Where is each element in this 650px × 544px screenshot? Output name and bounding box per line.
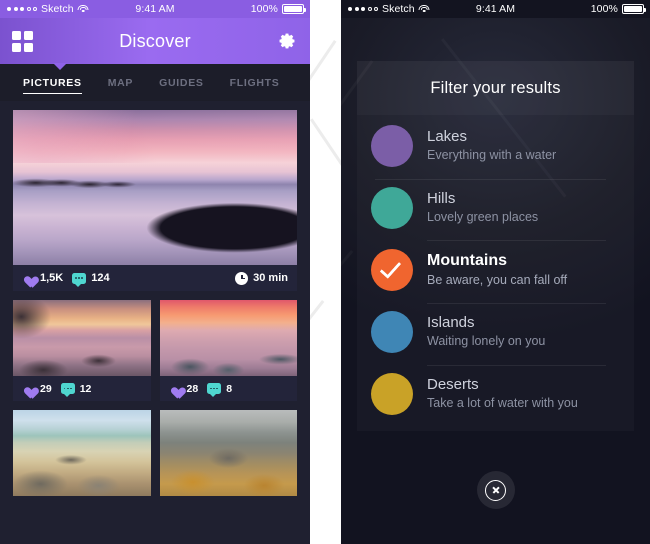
heart-icon	[22, 383, 35, 395]
filter-item-hills[interactable]: Hills Lovely green places	[357, 177, 634, 239]
tab-bar: PICTURES MAP GUIDES FLIGHTS	[0, 63, 310, 101]
tab-guides[interactable]: GUIDES	[146, 64, 216, 101]
color-swatch-mountains	[371, 249, 413, 291]
status-bar-right: Sketch 9:41 AM 100%	[341, 0, 650, 18]
clock-icon	[235, 271, 249, 285]
filter-item-text: Hills Lovely green places	[375, 179, 620, 237]
filter-item-text: Deserts Take a lot of water with you	[427, 365, 620, 423]
feed-row-mid: 29 12 28 8	[13, 300, 297, 401]
status-bar-right-group: 100%	[250, 3, 306, 15]
phone-filter-screen: Sketch 9:41 AM 100% Filter your results …	[341, 0, 650, 544]
filter-item-subtitle: Lovely green places	[427, 210, 539, 225]
color-swatch-hills	[371, 187, 413, 229]
status-bar-right-group: 100%	[590, 3, 646, 15]
battery-percent-label: 100%	[590, 3, 618, 15]
filter-item-deserts[interactable]: Deserts Take a lot of water with you	[357, 363, 634, 425]
filter-item-islands[interactable]: Islands Waiting lonely on you	[357, 301, 634, 363]
comment-count: 8	[226, 382, 233, 395]
comment-bubble-icon	[207, 383, 222, 397]
feed-row-bottom	[13, 410, 297, 496]
filter-item-title: Hills	[427, 190, 456, 208]
feed-card-mid-2[interactable]: 28 8	[159, 300, 297, 401]
comment-bubble-icon	[60, 383, 75, 397]
like-stat: 1,5K	[22, 272, 63, 284]
comment-bubble-icon	[72, 272, 87, 287]
filter-item-subtitle: Everything with a water	[427, 148, 557, 163]
app-header: Discover	[0, 18, 310, 64]
comment-stat: 8	[207, 382, 233, 397]
color-swatch-islands	[371, 311, 413, 353]
card-stats: 29 12	[13, 376, 151, 401]
filter-item-text: Lakes Everything with a water	[427, 117, 620, 175]
status-bar-left: Sketch 9:41 AM 100%	[0, 0, 310, 18]
close-button[interactable]	[476, 471, 515, 509]
check-icon	[379, 256, 402, 279]
card-stats: 28 8	[159, 376, 297, 401]
picture-feed: 1,5K 124 30 min 29 12 28 8	[0, 101, 310, 544]
photo-golden-rocky-shore	[159, 410, 297, 496]
screenshot-stage: Sketch 9:41 AM 100% Discover PICTURES MA…	[0, 0, 650, 544]
filter-item-title: Lakes	[427, 128, 468, 146]
card-stats: 1,5K 124 30 min	[13, 265, 297, 291]
feed-card-bottom-2[interactable]	[159, 410, 297, 496]
photo-sunset-boulders	[13, 110, 297, 265]
filter-item-text: Mountains Be aware, you can fall off	[427, 240, 620, 299]
filter-item-subtitle: Be aware, you can fall off	[427, 273, 568, 288]
filter-list: Lakes Everything with a water Hills Love…	[357, 115, 634, 431]
filter-item-mountains[interactable]: Mountains Be aware, you can fall off	[357, 239, 634, 301]
color-swatch-lakes	[371, 125, 413, 167]
page-title: Discover	[119, 30, 191, 51]
duration-label: 30 min	[253, 272, 288, 284]
gear-icon[interactable]	[276, 30, 298, 52]
heart-icon	[169, 383, 182, 395]
filter-panel: Filter your results Lakes Everything wit…	[357, 61, 634, 431]
filter-item-subtitle: Take a lot of water with you	[427, 396, 578, 411]
feed-card-mid-1[interactable]: 29 12	[13, 300, 151, 401]
comment-count: 12	[79, 382, 92, 395]
close-icon	[485, 479, 506, 501]
photo-daytime-boulders	[13, 410, 151, 496]
filter-item-lakes[interactable]: Lakes Everything with a water	[357, 115, 634, 177]
color-swatch-deserts	[371, 373, 413, 415]
filter-item-title: Islands	[427, 314, 475, 332]
battery-full-icon	[282, 4, 306, 14]
phone-discover-screen: Sketch 9:41 AM 100% Discover PICTURES MA…	[0, 0, 310, 544]
tab-flights[interactable]: FLIGHTS	[217, 64, 293, 101]
filter-item-title: Deserts	[427, 376, 479, 394]
filter-item-text: Islands Waiting lonely on you	[427, 303, 620, 361]
battery-full-icon	[622, 4, 646, 14]
tab-pictures[interactable]: PICTURES	[10, 64, 95, 101]
photo-red-sunset-beach	[159, 300, 297, 376]
filter-panel-title: Filter your results	[430, 78, 561, 97]
like-count: 29	[40, 382, 52, 395]
filter-panel-header: Filter your results	[357, 61, 634, 115]
comment-stat: 124	[72, 272, 110, 287]
comment-stat: 12	[60, 382, 92, 397]
duration-stat: 30 min	[235, 271, 288, 285]
battery-percent-label: 100%	[250, 3, 278, 15]
like-count: 28	[186, 382, 199, 395]
filter-item-subtitle: Waiting lonely on you	[427, 334, 546, 349]
photo-pink-coastline	[13, 300, 151, 376]
feed-card-hero[interactable]: 1,5K 124 30 min	[13, 110, 297, 291]
filter-item-title: Mountains	[427, 252, 507, 270]
like-count: 1,5K	[40, 272, 64, 284]
feed-card-bottom-1[interactable]	[13, 410, 151, 496]
heart-icon	[22, 272, 35, 284]
like-stat: 28	[169, 383, 199, 395]
like-stat: 29	[22, 383, 52, 395]
tab-map[interactable]: MAP	[95, 64, 146, 101]
comment-count: 124	[91, 272, 110, 284]
